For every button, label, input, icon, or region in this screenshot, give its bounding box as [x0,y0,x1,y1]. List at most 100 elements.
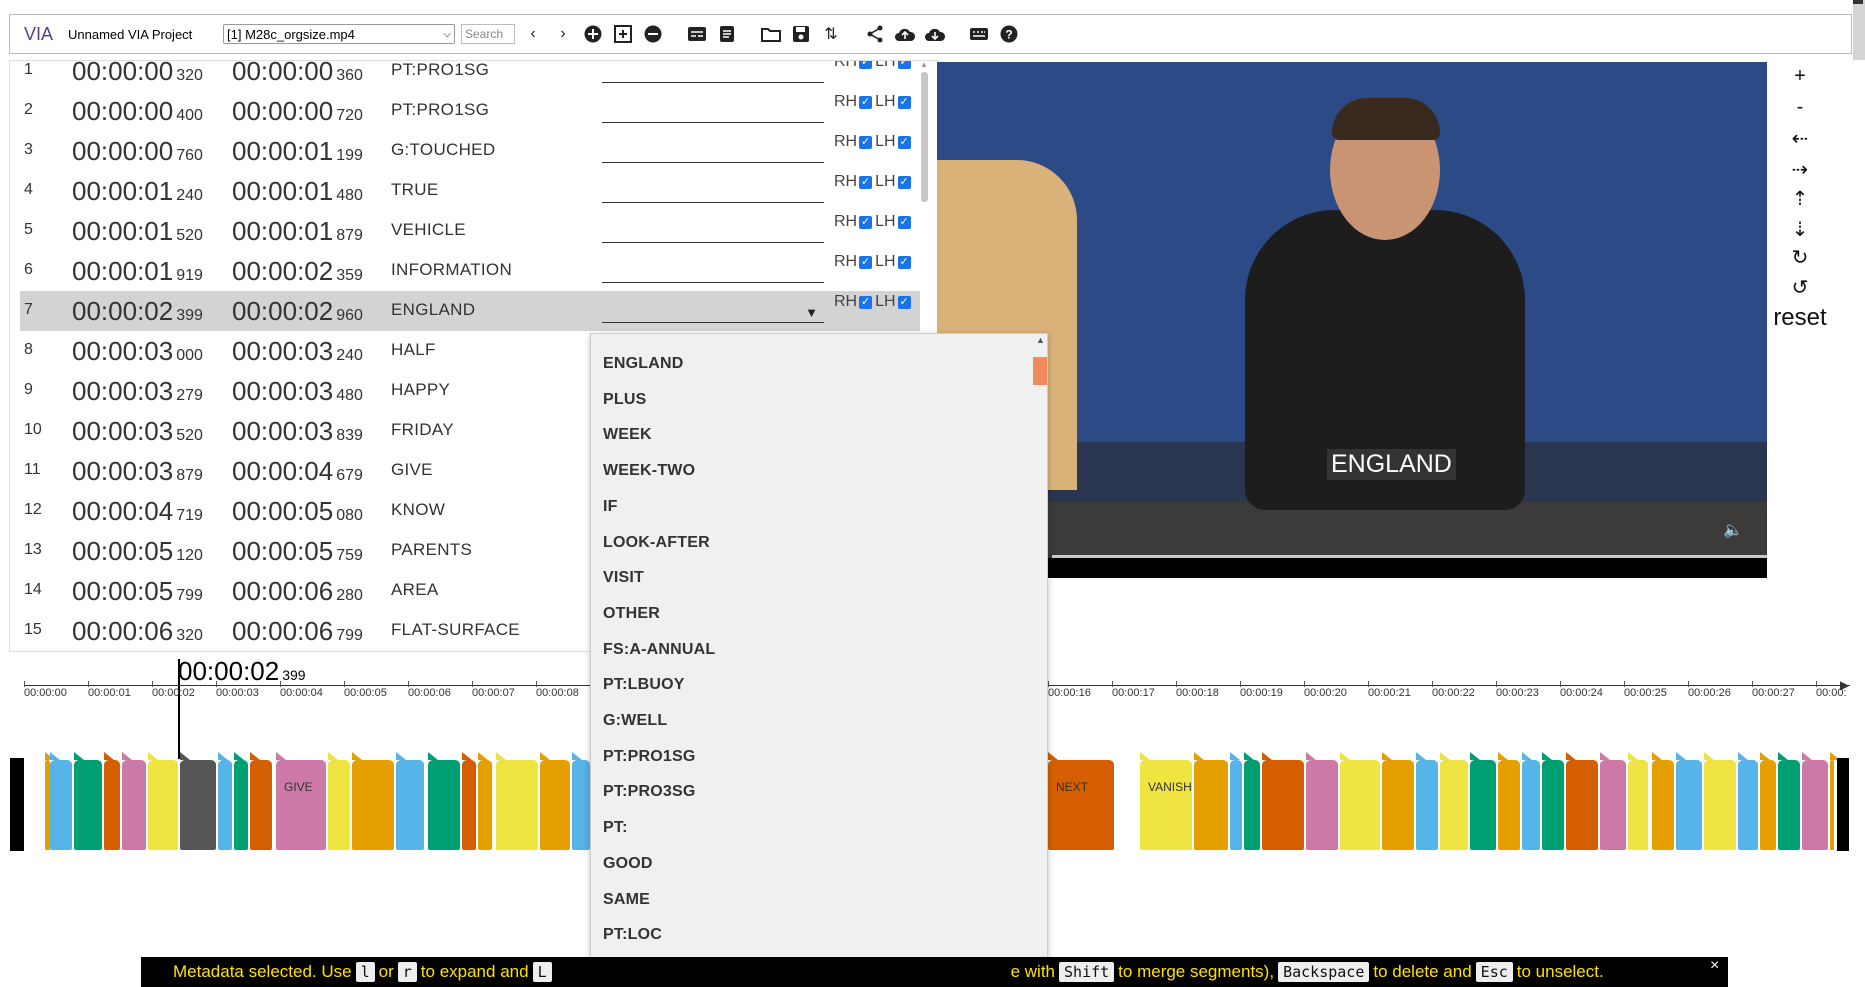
timeline-segment[interactable] [1306,752,1338,850]
timeline-segment[interactable] [180,752,216,850]
help-icon[interactable]: ? [997,22,1021,46]
segment-row[interactable]: 4 00:00:01 240 00:00:01 480 TRUE RH ✓ LH ✓ [20,171,920,211]
segment-row[interactable]: 1 00:00:00 320 00:00:00 360 PT:PRO1SG RH ✓ LH ✓ [20,61,920,91]
timeline-segment[interactable] [122,752,146,850]
label-dropdown-list[interactable]: ENGLAND PLUS WEEK WEEK-TWO IF LOOK-AFTER VISIT… [590,333,1048,987]
rh-checkbox[interactable]: ✓ [859,175,873,189]
timeline-segment[interactable] [1440,752,1468,850]
segment-label[interactable]: HALF [391,340,436,360]
list-scrollbar[interactable]: ▲ [918,60,930,210]
dropdown-option[interactable]: WEEK-TWO [603,462,695,480]
lh-checkbox[interactable]: ✓ [897,295,911,309]
timeline-segment[interactable] [1416,752,1438,850]
zoom-in-button[interactable]: + [1770,65,1830,88]
timeline-segment[interactable] [50,752,72,850]
start-time[interactable]: 00:00:01 919 [72,256,203,287]
end-time[interactable]: 00:00:01 879 [232,216,363,247]
end-time[interactable]: 00:00:05 080 [232,496,363,527]
lh-checkbox[interactable]: ✓ [897,135,911,149]
start-time[interactable]: 00:00:05 120 [72,536,203,567]
start-time[interactable]: 00:00:00 760 [72,136,203,167]
document-icon[interactable] [715,22,739,46]
keyboard-icon[interactable] [967,22,991,46]
pan-left-button[interactable]: ⇠ [1770,126,1830,151]
timeline-segment[interactable] [1628,752,1648,850]
cloud-upload-icon[interactable] [893,22,917,46]
dropdown-option[interactable]: LOOK-AFTER [603,534,710,552]
timeline-segment[interactable] [572,752,590,850]
lh-checkbox[interactable]: ✓ [897,95,911,109]
dropdown-option[interactable]: PT: [603,819,628,837]
timeline-segment[interactable] [1738,752,1758,850]
segment-label[interactable]: INFORMATION [391,260,512,280]
start-time[interactable]: 00:00:00 400 [72,96,203,127]
dropdown-option[interactable]: PT:LOC [603,926,662,944]
start-time[interactable]: 00:00:03 879 [72,456,203,487]
add-icon[interactable] [581,22,605,46]
timeline-segment[interactable] [1652,752,1674,850]
prev-file-icon[interactable]: ‹ [521,22,545,46]
project-name[interactable]: Unnamed VIA Project [68,27,223,42]
timeline-segment[interactable]: VANISH [1140,752,1192,850]
end-time[interactable]: 00:00:01 199 [232,136,363,167]
timeline-segment[interactable] [1566,752,1598,850]
start-time[interactable]: 00:00:01 240 [72,176,203,207]
timeline-segment[interactable] [218,752,232,850]
timeline-segment[interactable] [1676,752,1702,850]
start-time[interactable]: 00:00:00 320 [72,61,203,87]
timeline-segment[interactable] [1760,752,1776,850]
file-select[interactable]: [1] M28c_orgsize.mp4 ⌵ [223,24,455,44]
timeline-segment[interactable] [148,752,178,850]
start-time[interactable]: 00:00:02 399 [72,296,203,327]
end-time[interactable]: 00:00:05 759 [232,536,363,567]
segment-label[interactable]: KNOW [391,500,445,520]
close-icon[interactable]: × [1710,957,1719,975]
start-time[interactable]: 00:00:03 520 [72,416,203,447]
end-time[interactable]: 00:00:02 960 [232,296,363,327]
timeline-segment[interactable] [104,752,120,850]
timeline-segment[interactable] [1704,752,1736,850]
segment-label[interactable]: HAPPY [391,380,450,400]
rotate-cw-button[interactable]: ↻ [1770,245,1830,270]
remove-icon[interactable] [641,22,665,46]
timeline-segment[interactable] [496,752,538,850]
segment-label[interactable]: PARENTS [391,540,472,560]
volume-icon[interactable]: 🔈 [1723,520,1743,540]
segment-label[interactable]: TRUE [391,180,438,200]
end-time[interactable]: 00:00:00 360 [232,61,363,87]
segment-label[interactable]: PT:PRO1SG [391,100,489,120]
rh-checkbox[interactable]: ✓ [859,255,873,269]
share-icon[interactable] [863,22,887,46]
annotation-field[interactable] [602,181,824,203]
end-time[interactable]: 00:00:03 240 [232,336,363,367]
dropdown-option[interactable]: GOOD [603,855,653,873]
dropdown-option[interactable]: G:WELL [603,712,667,730]
timeline-segment[interactable] [1542,752,1564,850]
end-time[interactable]: 00:00:00 720 [232,96,363,127]
end-time[interactable]: 00:00:06 799 [232,616,363,647]
start-time[interactable]: 00:00:05 799 [72,576,203,607]
start-time[interactable]: 00:00:03 279 [72,376,203,407]
dropdown-option[interactable]: WEEK [603,426,652,444]
segment-label[interactable]: VEHICLE [391,220,466,240]
end-time[interactable]: 00:00:03 480 [232,376,363,407]
start-time[interactable]: 00:00:06 320 [72,616,203,647]
save-icon[interactable] [789,22,813,46]
rh-checkbox[interactable]: ✓ [859,295,873,309]
segment-label[interactable]: AREA [391,580,439,600]
annotation-field[interactable] [602,101,824,123]
segment-label[interactable]: FLAT-SURFACE [391,620,520,640]
pan-down-button[interactable]: ⇣ [1770,217,1830,242]
timeline-segment[interactable] [352,752,394,850]
dropdown-option[interactable]: PT:LBUOY [603,676,685,694]
timeline-segment[interactable] [478,752,492,850]
segment-row[interactable]: 7 00:00:02 399 00:00:02 960 ENGLAND ▼ RH ✓ LH ✓ [20,291,920,331]
start-time[interactable]: 00:00:01 520 [72,216,203,247]
lh-checkbox[interactable]: ✓ [897,255,911,269]
start-time[interactable]: 00:00:03 000 [72,336,203,367]
dropdown-option[interactable]: OTHER [603,605,660,623]
dropdown-scrollbar[interactable]: ▲ ▼ [1033,335,1047,985]
segment-label[interactable]: ENGLAND [391,300,475,320]
timeline-segment[interactable] [396,752,424,850]
segment-row[interactable]: 5 00:00:01 520 00:00:01 879 VEHICLE RH ✓ LH ✓ [20,211,920,251]
